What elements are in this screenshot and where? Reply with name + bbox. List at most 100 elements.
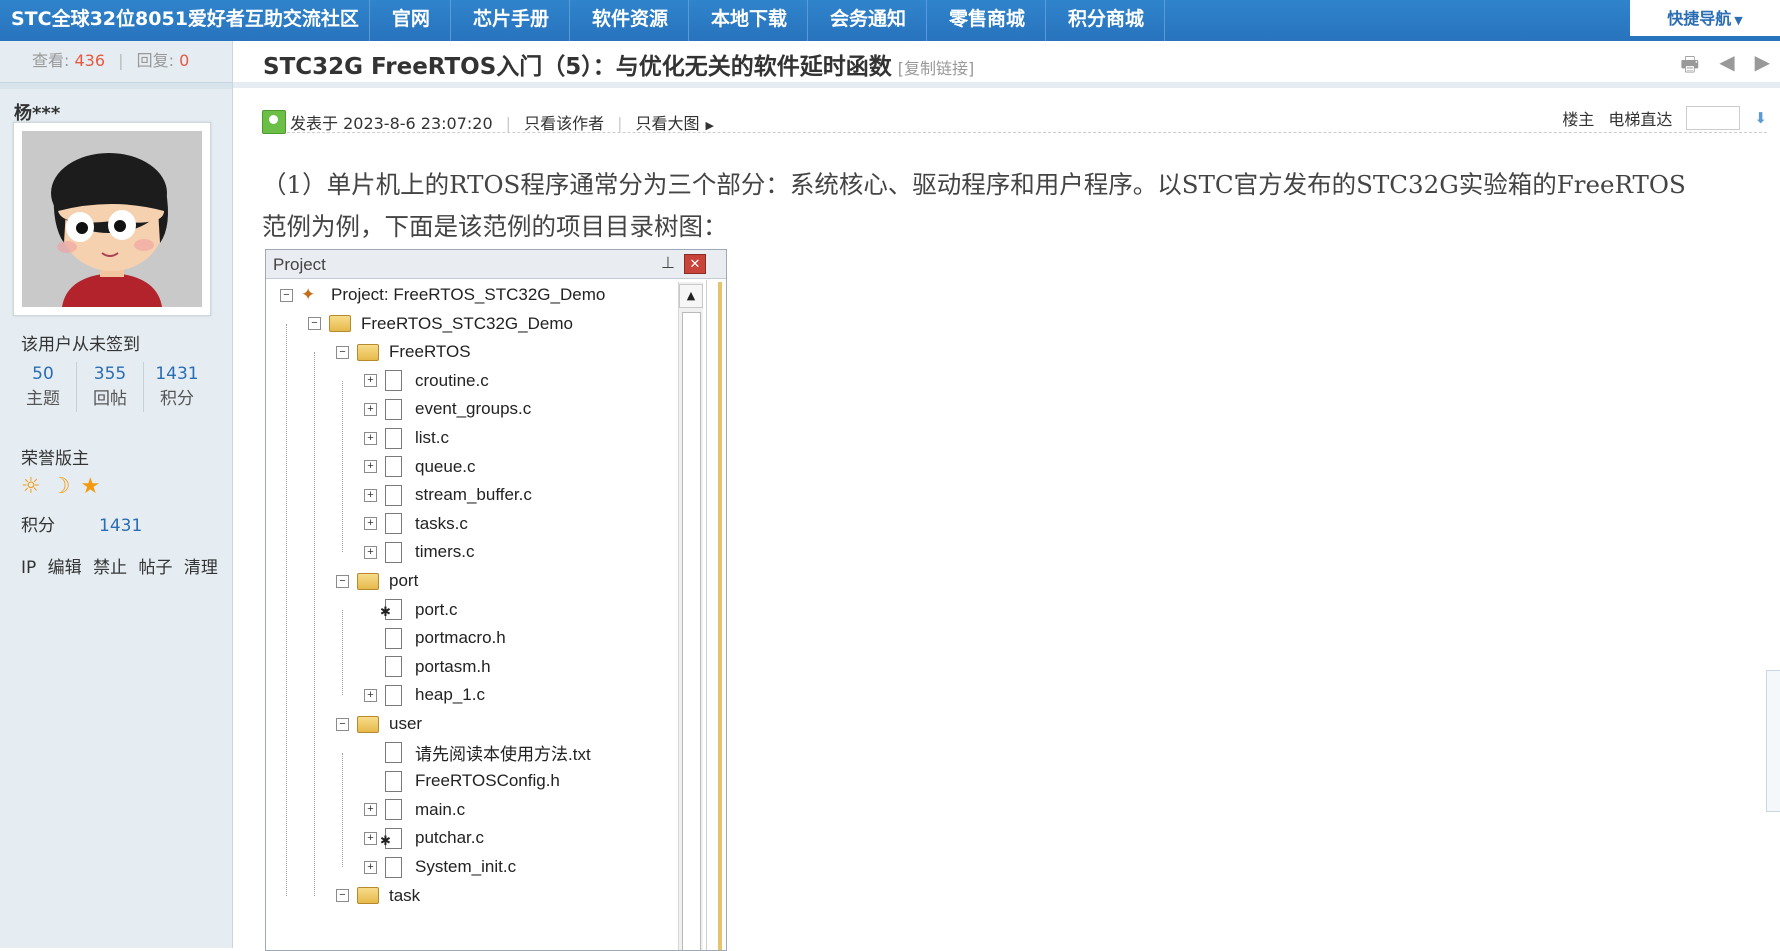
- copy-link-button[interactable]: [复制链接]: [898, 59, 975, 78]
- collapse-icon[interactable]: −: [336, 574, 349, 588]
- side-scroll-widget[interactable]: [1766, 670, 1780, 812]
- post-body: （1）单片机上的RTOS程序通常分为三个部分：系统核心、驱动程序和用户程序。以S…: [262, 164, 1777, 248]
- tree-row[interactable]: + putchar.c: [364, 824, 484, 852]
- print-icon[interactable]: 🖶: [1680, 50, 1699, 84]
- meta-divider: |: [617, 114, 623, 133]
- user-online-icon: [262, 110, 286, 134]
- post-meta: 发表于 2023-8-6 23:07:20 | 只看该作者 | 只看大图 ▶ 楼主 电梯直…: [262, 96, 1767, 134]
- tree-row-label: 请先阅读本使用方法.txt: [415, 745, 591, 765]
- tree-row[interactable]: + stream_buffer.c: [364, 481, 532, 509]
- file-icon: [385, 856, 402, 878]
- nav-item-points-store[interactable]: 积分商城: [1046, 0, 1166, 41]
- avatar[interactable]: [13, 122, 211, 316]
- scroll-up-icon: ▲: [679, 284, 703, 308]
- collapse-icon[interactable]: −: [308, 317, 321, 331]
- page-title: STC32G FreeRTOS入门（5）：与优化无关的软件延时函数 [复制链接]: [263, 47, 974, 81]
- post-floor-tools: 楼主 电梯直达 ⬇: [1562, 106, 1767, 130]
- tree-row[interactable]: + queue.c: [364, 453, 476, 481]
- only-big-image-link[interactable]: 只看大图: [635, 114, 699, 133]
- tree-row-label: port.c: [415, 599, 458, 619]
- tree-row-label: croutine.c: [415, 370, 489, 390]
- tree-row[interactable]: + System_init.c: [364, 853, 516, 881]
- previous-thread-icon[interactable]: ◀: [1719, 50, 1734, 84]
- file-icon: [385, 513, 402, 535]
- expand-icon[interactable]: +: [364, 460, 377, 474]
- nav-item-software[interactable]: 软件资源: [570, 0, 689, 41]
- next-thread-icon[interactable]: ▶: [1755, 50, 1770, 84]
- site-name-link[interactable]: STC全球32位8051爱好者互助交流社区: [0, 0, 370, 41]
- tree-row[interactable]: 请先阅读本使用方法.txt: [364, 739, 591, 767]
- tree-row[interactable]: + list.c: [364, 424, 449, 452]
- tree-row-label: list.c: [415, 428, 449, 447]
- user-rank[interactable]: 荣誉版主: [21, 444, 89, 469]
- tree-row[interactable]: + event_groups.c: [364, 395, 531, 423]
- admin-link-ban[interactable]: 禁止: [93, 558, 127, 578]
- title-actions: 🖶 ◀ ▶: [1680, 50, 1770, 84]
- admin-link-posts[interactable]: 帖子: [138, 558, 172, 578]
- tree-row[interactable]: + croutine.c: [364, 367, 489, 395]
- expand-icon[interactable]: +: [364, 545, 377, 559]
- tree-row-label: queue.c: [415, 456, 476, 476]
- expand-icon[interactable]: +: [364, 831, 377, 845]
- nav-item-retail-store[interactable]: 零售商城: [927, 0, 1047, 41]
- count-points[interactable]: 1431 积分: [144, 362, 210, 412]
- tree-row[interactable]: − task: [336, 882, 420, 910]
- tree-row[interactable]: − port: [336, 567, 418, 595]
- triangle-right-icon[interactable]: ▶: [705, 119, 713, 132]
- star-icon: ★: [80, 474, 101, 499]
- tree-row-label: timers.c: [415, 542, 475, 562]
- floor-jump-input[interactable]: [1686, 106, 1741, 130]
- only-author-link[interactable]: 只看该作者: [524, 114, 604, 133]
- expand-icon[interactable]: +: [364, 517, 377, 531]
- tree-row-label: portasm.h: [415, 656, 491, 676]
- file-icon: [385, 427, 402, 449]
- tree-row[interactable]: portasm.h: [364, 653, 491, 681]
- tree-row[interactable]: portmacro.h: [364, 624, 506, 652]
- file-icon: [385, 799, 402, 821]
- views-count: 436: [74, 51, 106, 70]
- tree-guide-line: [342, 752, 343, 867]
- admin-link-ip[interactable]: IP: [21, 558, 36, 578]
- file-icon: [385, 398, 402, 420]
- count-replies[interactable]: 355 回帖: [77, 362, 144, 412]
- collapse-icon[interactable]: −: [336, 717, 349, 731]
- collapse-icon[interactable]: −: [280, 288, 293, 302]
- expand-icon[interactable]: +: [364, 402, 377, 416]
- project-window-title: Project: [273, 255, 326, 274]
- nav-item-official-site[interactable]: 官网: [370, 0, 451, 41]
- expand-icon[interactable]: +: [364, 374, 377, 388]
- tree-row[interactable]: − ✦ Project: FreeRTOS_STC32G_Demo: [280, 281, 605, 309]
- quick-nav-button[interactable]: 快捷导航 ▼: [1630, 0, 1780, 36]
- tree-row[interactable]: − FreeRTOS_STC32G_Demo: [308, 310, 573, 338]
- file-icon: [385, 684, 402, 706]
- file-icon: [385, 770, 402, 792]
- file-options-icon: [380, 827, 402, 849]
- tree-row[interactable]: + tasks.c: [364, 510, 468, 538]
- collapse-icon[interactable]: −: [336, 345, 349, 359]
- thread-stats: 查看: 436 | 回复: 0: [0, 41, 232, 83]
- count-topics[interactable]: 50 主题: [10, 362, 77, 412]
- admin-link-edit[interactable]: 编辑: [48, 558, 82, 578]
- expand-icon[interactable]: +: [364, 688, 377, 702]
- admin-link-clean[interactable]: 清理: [184, 558, 218, 578]
- tree-row[interactable]: + main.c: [364, 796, 465, 824]
- nav-item-local-download[interactable]: 本地下载: [689, 0, 808, 41]
- tree-row[interactable]: − user: [336, 710, 422, 738]
- expand-icon[interactable]: +: [364, 803, 377, 817]
- tree-row[interactable]: FreeRTOSConfig.h: [364, 767, 560, 795]
- tree-row[interactable]: − FreeRTOS: [336, 338, 471, 366]
- user-points: 积分 1431: [21, 511, 142, 536]
- chevron-down-icon: ▼: [1734, 14, 1743, 27]
- tree-row[interactable]: + heap_1.c: [364, 681, 485, 709]
- project-window-header: Project ⊥ ✕: [266, 250, 726, 279]
- nav-item-meeting-notice[interactable]: 会务通知: [808, 0, 927, 41]
- expand-icon[interactable]: +: [364, 431, 377, 445]
- expand-icon[interactable]: +: [364, 488, 377, 502]
- thread-title: STC32G FreeRTOS入门（5）：与优化无关的软件延时函数: [263, 54, 892, 80]
- nav-item-chip-manual[interactable]: 芯片手册: [451, 0, 570, 41]
- expand-icon[interactable]: +: [364, 860, 377, 874]
- tree-row[interactable]: + timers.c: [364, 538, 475, 566]
- collapse-icon[interactable]: −: [336, 889, 349, 903]
- go-arrow-icon[interactable]: ⬇: [1754, 109, 1767, 127]
- tree-row[interactable]: port.c: [364, 596, 458, 624]
